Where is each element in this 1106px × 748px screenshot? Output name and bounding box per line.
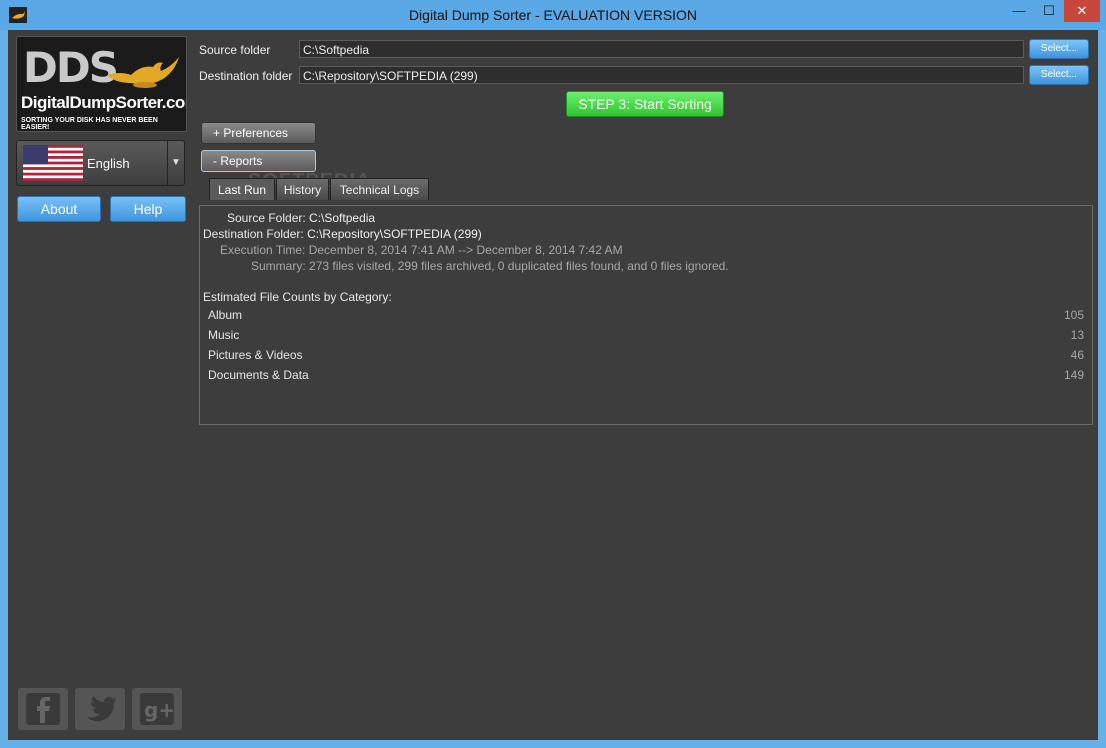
tab-history[interactable]: History [276,178,329,200]
select-destination-button[interactable]: Select... [1029,65,1089,85]
category-name: Documents & Data [208,368,309,382]
svg-text:g+: g+ [144,698,174,722]
destination-folder-input[interactable]: C:\Repository\SOFTPEDIA (299) [299,66,1024,84]
reports-toggle[interactable]: - Reports [201,150,316,172]
preferences-toggle[interactable]: + Preferences [201,122,316,144]
about-button[interactable]: About [17,196,101,222]
facebook-icon [26,693,60,725]
main-window: DDS DigitalDumpSorter.com SORTING YOUR D… [8,30,1098,740]
destination-folder-label: Destination folder [199,69,293,83]
tab-technical-logs[interactable]: Technical Logs [330,178,429,200]
report-execution-value: December 8, 2014 7:41 AM --> December 8,… [308,243,623,257]
language-selector[interactable]: English ▼ [16,140,185,186]
report-execution-key: Execution Time: [220,243,306,257]
report-panel: Source Folder: C:\Softpedia Destination … [199,205,1093,425]
facebook-button[interactable] [18,688,68,730]
minimize-button[interactable]: — [1004,0,1034,22]
source-folder-input[interactable]: C:\Softpedia [299,40,1024,58]
dropdown-arrow-icon[interactable]: ▼ [167,141,184,185]
category-name: Album [208,308,243,322]
report-source-value: C:\Softpedia [309,211,376,225]
report-execution-row: Execution Time: December 8, 2014 7:41 AM… [220,243,623,257]
select-source-button[interactable]: Select... [1029,39,1089,59]
tab-last-run[interactable]: Last Run [209,178,275,200]
window-title: Digital Dump Sorter - EVALUATION VERSION [408,7,698,23]
logo-tagline: SORTING YOUR DISK HAS NEVER BEEN EASIER! [21,117,158,131]
twitter-button[interactable] [75,688,125,730]
close-button[interactable]: ✕ [1064,0,1100,22]
report-destination-row: Destination Folder: C:\Repository\SOFTPE… [203,227,482,241]
logo-site-text: DigitalDumpSorter.com [21,93,187,112]
category-count: 105 [1063,308,1084,322]
source-folder-label: Source folder [199,43,271,57]
category-count: 13 [1070,328,1084,342]
title-bar: Digital Dump Sorter - EVALUATION VERSION… [0,0,1106,30]
report-summary-key: Summary: [251,259,306,273]
maximize-button[interactable]: ☐ [1034,0,1064,22]
report-destination-value: C:\Repository\SOFTPEDIA (299) [307,227,482,241]
dds-logo: DDS DigitalDumpSorter.com SORTING YOUR D… [16,36,187,132]
report-destination-key: Destination Folder: [203,227,304,241]
report-source-key: Source Folder: [227,211,306,225]
start-sorting-button[interactable]: STEP 3: Start Sorting [566,91,724,117]
language-label: English [87,156,130,171]
google-plus-icon: g+ [140,693,174,725]
report-summary-value: 273 files visited, 299 files archived, 0… [309,259,729,273]
report-summary-row: Summary: 273 files visited, 299 files ar… [251,259,729,273]
magic-lamp-icon [107,57,179,88]
help-button[interactable]: Help [110,196,186,222]
report-source-row: Source Folder: C:\Softpedia [227,211,375,225]
category-count: 149 [1063,368,1084,382]
us-flag-icon [23,145,83,181]
file-counts-heading: Estimated File Counts by Category: [203,290,392,304]
category-name: Pictures & Videos [208,348,303,362]
twitter-icon [87,696,117,722]
category-name: Music [208,328,240,342]
category-count: 46 [1070,348,1084,362]
google-plus-button[interactable]: g+ [132,688,182,730]
